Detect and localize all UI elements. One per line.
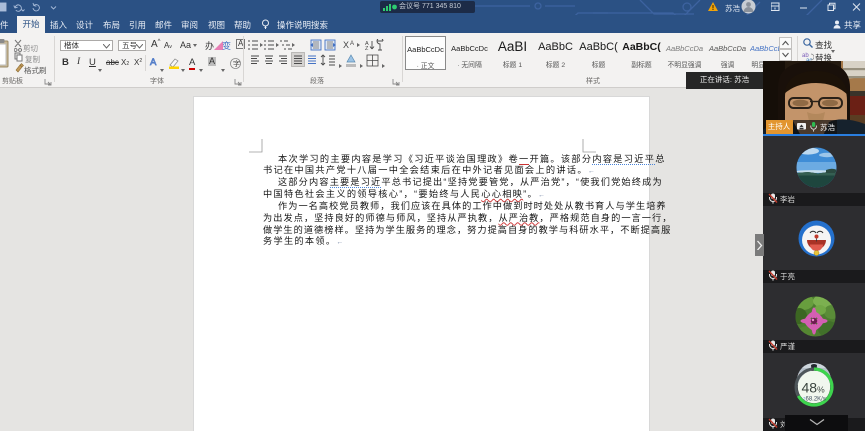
svg-text:字: 字 — [233, 59, 240, 68]
svg-text:X: X — [343, 40, 349, 50]
svg-text:↑68.2K/s: ↑68.2K/s — [803, 397, 826, 403]
svg-text:A: A — [350, 41, 354, 47]
